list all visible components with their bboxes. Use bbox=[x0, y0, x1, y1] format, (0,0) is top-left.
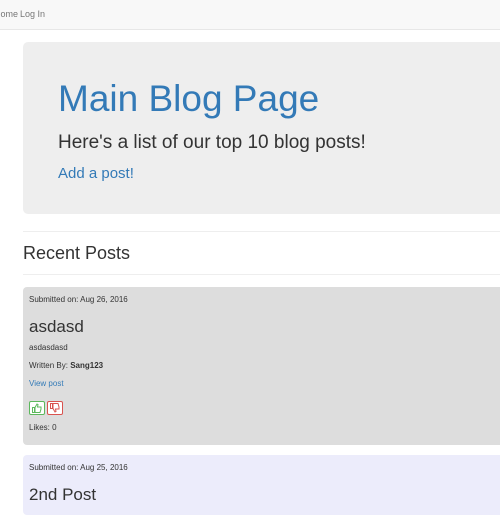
section-divider-bottom bbox=[23, 274, 500, 275]
section-divider-top bbox=[23, 231, 500, 232]
thumbs-down-icon bbox=[50, 403, 60, 413]
nav-home-link[interactable]: Home bbox=[0, 9, 18, 19]
thumbs-up-icon bbox=[32, 403, 42, 413]
jumbotron: Main Blog Page Here's a list of our top … bbox=[23, 42, 500, 214]
post-card: Submitted on: Aug 26, 2016 asdasd asdasd… bbox=[23, 287, 500, 445]
page-subtitle: Here's a list of our top 10 blog posts! bbox=[58, 132, 366, 153]
post-likes-count: Likes: 0 bbox=[29, 423, 57, 432]
view-post-link[interactable]: View post bbox=[29, 379, 64, 388]
post-title: 2nd Post bbox=[29, 485, 97, 504]
recent-posts-heading: Recent Posts bbox=[23, 243, 131, 263]
post-author-name: Sang123 bbox=[70, 361, 104, 370]
add-post-link[interactable]: Add a post! bbox=[58, 165, 134, 182]
nav-login-link[interactable]: Log In bbox=[20, 9, 45, 19]
post-submitted-date: Submitted on: Aug 26, 2016 bbox=[29, 295, 128, 304]
post-card: Submitted on: Aug 25, 2016 2nd Post bbox=[23, 455, 500, 515]
page-title: Main Blog Page bbox=[58, 78, 320, 119]
upvote-button[interactable] bbox=[29, 401, 45, 415]
post-body: asdasdasd bbox=[29, 343, 68, 352]
post-submitted-date: Submitted on: Aug 25, 2016 bbox=[29, 463, 128, 472]
top-navbar: Home Log In bbox=[0, 0, 500, 30]
downvote-button[interactable] bbox=[47, 401, 63, 415]
post-title: asdasd bbox=[29, 317, 84, 336]
post-author-line: Written By: Sang123 bbox=[29, 361, 103, 370]
written-by-label: Written By: bbox=[29, 361, 71, 370]
